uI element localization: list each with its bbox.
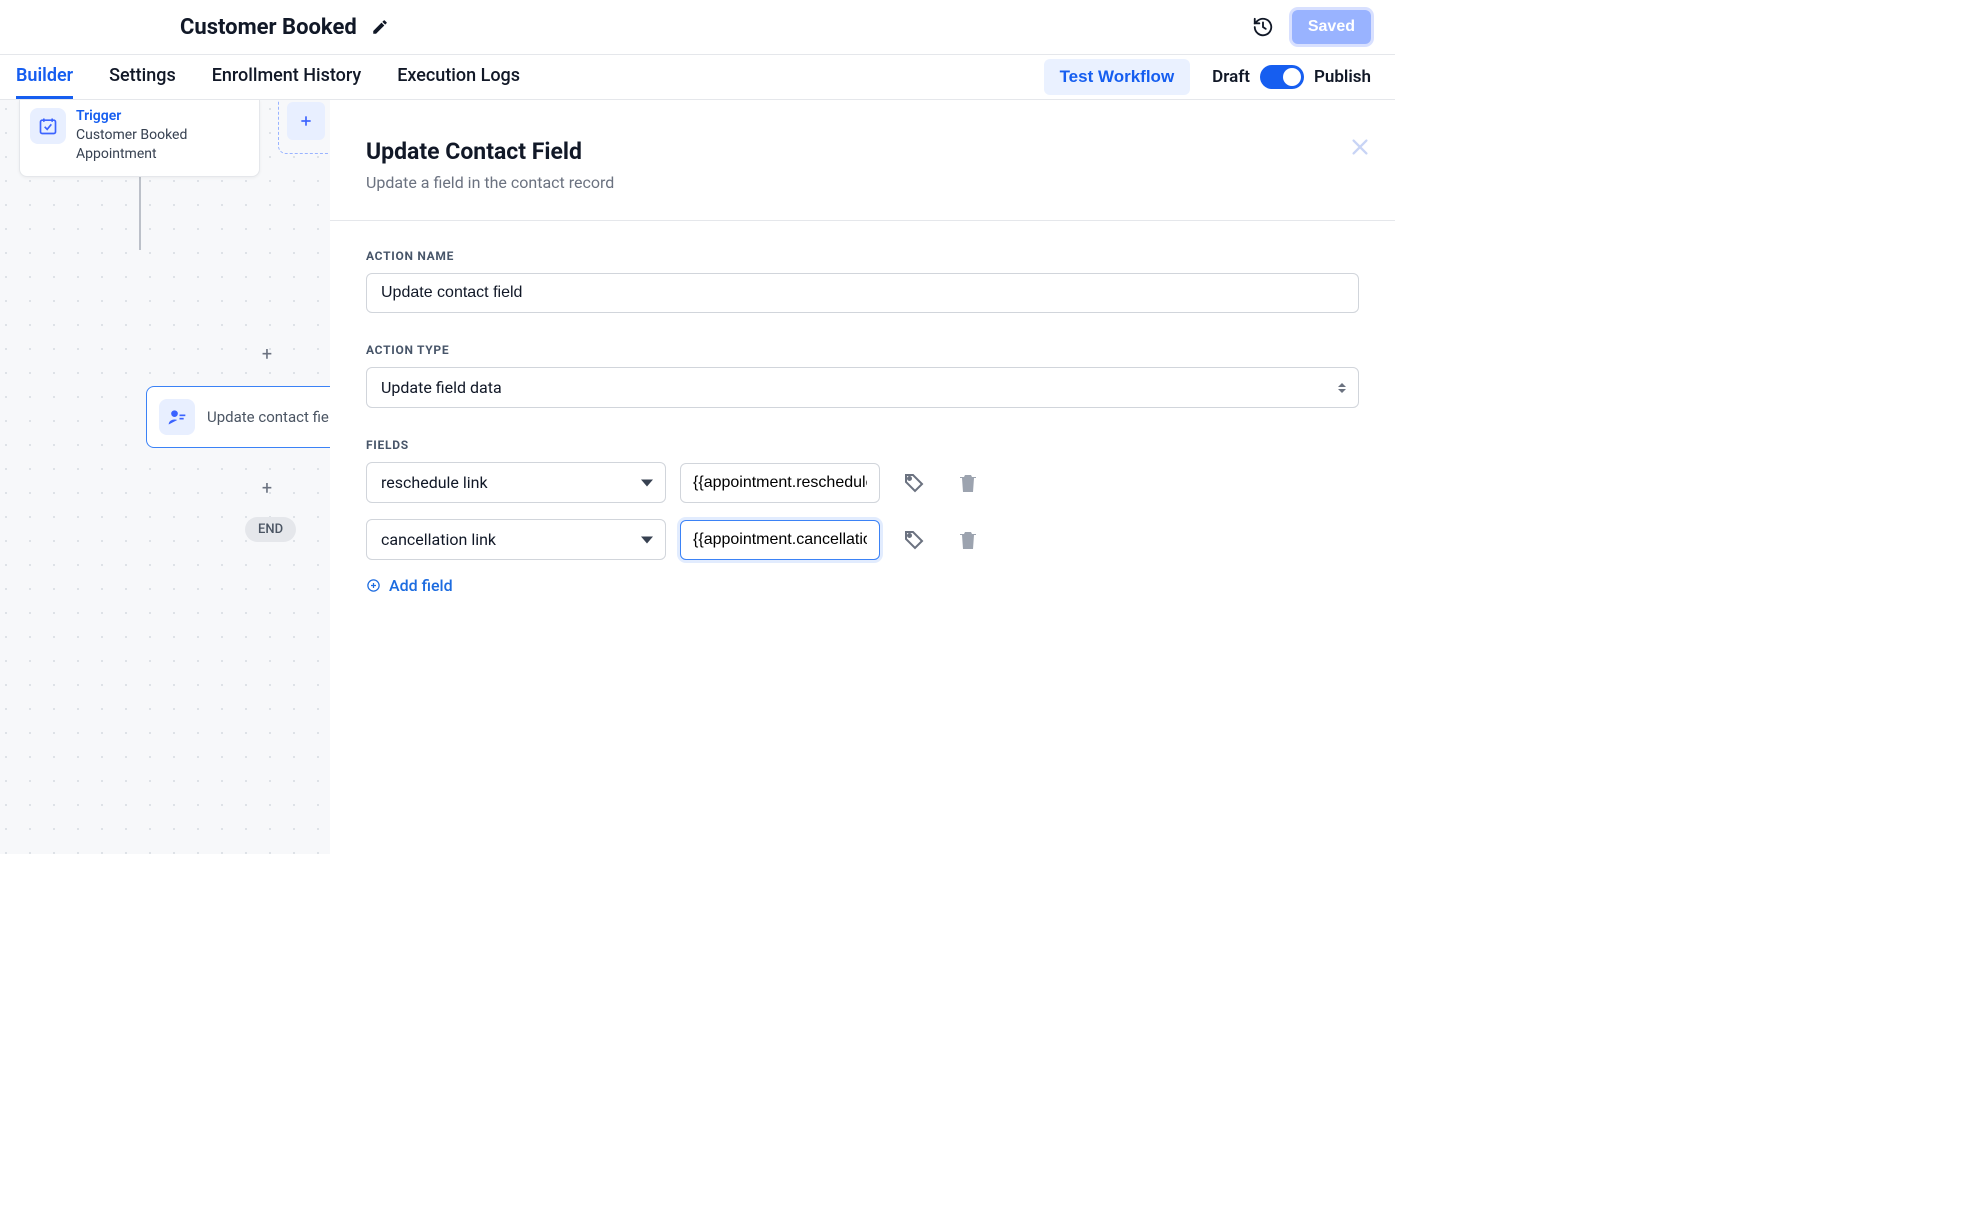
trigger-text: Trigger Customer Booked Appointment [76,108,247,164]
field-row: cancellation link [366,519,1359,560]
trigger-node[interactable]: Trigger Customer Booked Appointment [19,100,260,177]
action-type-value: Update field data [381,378,502,397]
tab-builder[interactable]: Builder [16,55,73,99]
panel-body: ACTION NAME ACTION TYPE Update field dat… [330,221,1395,595]
field-name-select[interactable]: reschedule link [366,462,666,503]
tabs: Builder Settings Enrollment History Exec… [16,55,520,99]
workflow-title: Customer Booked [180,15,357,40]
tab-execution-logs[interactable]: Execution Logs [397,55,520,99]
action-node-label: Update contact field [207,408,330,426]
panel-subtitle: Update a field in the contact record [366,173,1359,192]
calendar-check-icon [30,108,66,144]
insert-step-button-2[interactable]: + [258,480,276,498]
header-right: Saved [1252,10,1371,44]
plus-circle-icon [366,578,381,593]
add-field-label: Add field [389,576,453,595]
field-value-input[interactable] [680,520,880,560]
header: Customer Booked Saved [0,0,1395,54]
fields-label: FIELDS [366,438,1359,452]
publish-toggle[interactable] [1260,65,1304,89]
tag-icon[interactable] [902,528,926,552]
pencil-icon[interactable] [371,18,389,36]
chevron-down-icon [641,536,653,543]
panel-title: Update Contact Field [366,138,1359,165]
header-left: Customer Booked [180,15,389,40]
plus-icon [298,113,314,129]
draft-label: Draft [1212,67,1250,87]
user-edit-icon [159,399,195,435]
trash-icon[interactable] [956,471,980,495]
tag-icon[interactable] [902,471,926,495]
test-workflow-button[interactable]: Test Workflow [1044,59,1191,95]
sort-icon [1338,383,1346,393]
action-node-update-contact[interactable]: Update contact field [146,386,330,448]
panel-header: Update Contact Field Update a field in t… [330,100,1395,192]
field-row: reschedule link [366,462,1359,503]
end-node: END [245,517,296,542]
insert-step-button-1[interactable]: + [258,346,276,364]
add-trigger-button[interactable] [287,102,325,140]
field-value-input[interactable] [680,463,880,503]
field-name-select[interactable]: cancellation link [366,519,666,560]
trash-icon[interactable] [956,528,980,552]
chevron-down-icon [641,479,653,486]
field-name-value: reschedule link [381,473,488,492]
add-field-button[interactable]: Add field [366,576,1359,595]
workflow-canvas[interactable]: Trigger Customer Booked Appointment + Up… [0,100,330,854]
close-icon[interactable] [1349,136,1371,158]
tabs-right: Test Workflow Draft Publish [1044,59,1371,95]
action-type-group: ACTION TYPE Update field data [366,343,1359,408]
fields-group: FIELDS reschedule link [366,438,1359,595]
action-type-select[interactable]: Update field data [366,367,1359,408]
main: Trigger Customer Booked Appointment + Up… [0,100,1395,854]
tab-settings[interactable]: Settings [109,55,176,99]
action-name-label: ACTION NAME [366,249,1359,263]
tabs-row: Builder Settings Enrollment History Exec… [0,55,1395,100]
action-config-panel: Update Contact Field Update a field in t… [330,100,1395,854]
history-icon[interactable] [1252,16,1274,38]
saved-button: Saved [1292,10,1371,44]
publish-toggle-group: Draft Publish [1212,65,1371,89]
action-name-input[interactable] [366,273,1359,313]
action-name-group: ACTION NAME [366,249,1359,313]
trigger-badge: Trigger [76,108,247,124]
trigger-title: Customer Booked Appointment [76,126,247,164]
field-name-value: cancellation link [381,530,496,549]
publish-label: Publish [1314,67,1371,87]
tab-enrollment-history[interactable]: Enrollment History [212,55,361,99]
action-type-label: ACTION TYPE [366,343,1359,357]
